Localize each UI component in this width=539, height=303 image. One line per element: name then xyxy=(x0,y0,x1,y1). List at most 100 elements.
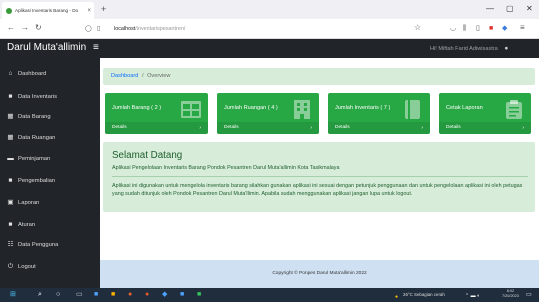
book-icon: ■ xyxy=(8,221,13,228)
chevron-right-icon: › xyxy=(522,125,524,131)
welcome-divider xyxy=(112,176,528,177)
greeting-text: Hi! Miftah Farid Adiwisastra xyxy=(430,46,498,52)
table-icon: ▦ xyxy=(7,134,14,141)
search-icon[interactable]: ⌕ xyxy=(38,289,42,301)
footer-copyright: Copyright © Ponpes Darul Muta'allimin 20… xyxy=(272,271,367,276)
sidebar-item-data-inventaris[interactable]: ■ Data Inventaris xyxy=(7,93,57,101)
sidebar-item-data-barang[interactable]: ▦ Data Barang xyxy=(7,113,51,121)
card-details-label: Details xyxy=(446,125,461,130)
card-details-label: Details xyxy=(112,125,127,130)
forward-icon[interactable]: → xyxy=(21,22,29,34)
power-icon: ⏻ xyxy=(7,263,14,270)
url-path: /inventarispesantren/ xyxy=(135,26,186,32)
app-icon-3[interactable]: ◆ xyxy=(162,289,167,301)
taskbar-clock[interactable]: 8:02 7/20/2023 xyxy=(502,289,519,299)
stat-card-1[interactable]: Jumlah Barang ( 2 ) Details › xyxy=(105,93,208,134)
close-window-button[interactable]: ✕ xyxy=(526,3,533,15)
app-icon-1[interactable]: ■ xyxy=(94,289,98,301)
breadcrumb-dashboard-link[interactable]: Dashboard xyxy=(111,73,138,79)
sidebar-item-label: Pengembalian xyxy=(18,178,56,184)
sidebar-item-laporan[interactable]: ▣ Laporan xyxy=(7,199,39,207)
stat-card-4[interactable]: Cetak Laporan Details › xyxy=(439,93,531,134)
back-icon[interactable]: ← xyxy=(7,22,15,34)
browser-nav-bar xyxy=(0,19,539,39)
sidebar-item-label: Data Ruangan xyxy=(18,135,56,141)
folder-icon[interactable]: ■ xyxy=(111,289,115,301)
users-icon: ☷ xyxy=(7,241,14,248)
home-icon: ⌂ xyxy=(8,70,13,77)
file-icon: ■ xyxy=(8,177,13,184)
building-icon xyxy=(294,100,310,119)
breadcrumb: Dashboard / Overview xyxy=(103,68,535,85)
browser-tab[interactable]: Aplikasi Inventaris Barang - Do × xyxy=(2,2,94,19)
stat-card-3[interactable]: Jumlah Inventaris ( 7 ) Details › xyxy=(328,93,430,134)
app-icon-2[interactable]: ● xyxy=(128,289,132,301)
sidebar-item-data-ruangan[interactable]: ▦ Data Ruangan xyxy=(7,134,55,142)
extension-icon[interactable]: ■ xyxy=(489,23,493,35)
print-icon: ▣ xyxy=(7,199,14,206)
sidebar-item-label: Data Barang xyxy=(18,114,51,120)
book-icon xyxy=(405,100,420,119)
welcome-subtitle: Aplikasi Pengelolaan Inventaris Barang P… xyxy=(112,165,340,171)
user-icon[interactable]: ● xyxy=(504,45,508,52)
notification-icon[interactable]: ▭ xyxy=(526,289,532,301)
sidebar-item-aturan[interactable]: ■ Aturan xyxy=(7,221,36,229)
maximize-button[interactable]: ▢ xyxy=(506,3,514,15)
minimize-button[interactable]: — xyxy=(486,3,494,15)
app-icon-4[interactable]: ■ xyxy=(180,289,184,301)
card-title: Jumlah Ruangan ( 4 ) xyxy=(224,105,278,111)
brand-title: Darul Muta'allimin xyxy=(7,42,87,53)
sidebar-item-pengembalian[interactable]: ■ Pengembalian xyxy=(7,177,56,185)
sidebar-panel-icon[interactable]: ▯ xyxy=(476,23,480,35)
sidebar-item-label: Aturan xyxy=(18,222,36,228)
tray-icons[interactable]: ⌃ ▬ ◐ xyxy=(465,290,480,302)
taskbar-weather[interactable]: 26°C Sebagian cerah xyxy=(403,291,445,299)
sidebar-item-data-pengguna[interactable]: ☷ Data Pengguna xyxy=(7,241,59,249)
welcome-title: Selamat Datang xyxy=(112,150,183,161)
sidebar-item-peminjaman[interactable]: ▬ Peminjaman xyxy=(7,155,50,163)
url-host: localhost xyxy=(114,26,136,32)
menu-icon[interactable]: ≡ xyxy=(520,22,525,34)
card-details-link[interactable]: Details › xyxy=(217,122,319,134)
app-brand[interactable]: Darul Muta'allimin ≡ xyxy=(7,42,99,54)
clipboard-icon xyxy=(506,100,522,119)
address-bar[interactable]: localhost/inventarispesantren/ xyxy=(114,24,185,34)
task-view-icon[interactable]: ○ xyxy=(56,289,60,301)
sidebar-item-logout[interactable]: ⏻ Logout xyxy=(7,263,36,271)
user-greeting[interactable]: Hi! Miftah Farid Adiwisastra ● xyxy=(430,45,508,53)
tab-title: Aplikasi Inventaris Barang - Do xyxy=(15,8,79,13)
new-tab-button[interactable]: + xyxy=(101,3,106,15)
chevron-right-icon: › xyxy=(199,125,201,131)
account-icon[interactable]: ◆ xyxy=(502,23,507,35)
widgets-icon[interactable]: ▭ xyxy=(76,289,83,301)
page-footer: Copyright © Ponpes Darul Muta'allimin 20… xyxy=(100,260,539,288)
table-icon: ▦ xyxy=(7,113,14,120)
breadcrumb-current: Overview xyxy=(147,73,171,79)
library-icon[interactable]: ⫼ xyxy=(463,23,466,35)
weather-icon[interactable]: ● xyxy=(395,291,398,303)
bag-icon: ▬ xyxy=(7,155,14,162)
firefox-icon[interactable]: ● xyxy=(145,289,149,301)
menu-toggle-icon[interactable]: ≡ xyxy=(93,42,99,53)
pocket-icon[interactable]: ◡ xyxy=(450,23,456,35)
card-details-label: Details xyxy=(335,125,350,130)
lock-icon[interactable]: ▯ xyxy=(97,23,100,35)
card-details-link[interactable]: Details › xyxy=(105,122,208,134)
sidebar-item-dashboard[interactable]: ⌂ Dashboard xyxy=(7,70,47,78)
reload-icon[interactable]: ↻ xyxy=(35,22,42,34)
bookmark-star-icon[interactable]: ☆ xyxy=(414,22,421,34)
sidebar-item-label: Laporan xyxy=(18,200,40,206)
start-icon[interactable]: ⊞ xyxy=(10,289,16,301)
stat-card-2[interactable]: Jumlah Ruangan ( 4 ) Details › xyxy=(217,93,319,134)
card-title: Cetak Laporan xyxy=(446,105,483,111)
clock-date: 7/20/2023 xyxy=(502,294,519,298)
tab-close-icon[interactable]: × xyxy=(87,8,91,14)
breadcrumb-separator: / xyxy=(141,73,144,79)
app-icon-5[interactable]: ■ xyxy=(197,289,201,301)
welcome-body: Aplikasi ini digunakan untuk mengelola i… xyxy=(112,183,523,197)
sidebar-item-label: Data Inventaris xyxy=(18,94,57,100)
card-details-link[interactable]: Details › xyxy=(328,122,430,134)
card-details-link[interactable]: Details › xyxy=(439,122,531,134)
shield-icon[interactable]: ◯ xyxy=(85,23,92,35)
file-icon: ■ xyxy=(8,93,13,100)
